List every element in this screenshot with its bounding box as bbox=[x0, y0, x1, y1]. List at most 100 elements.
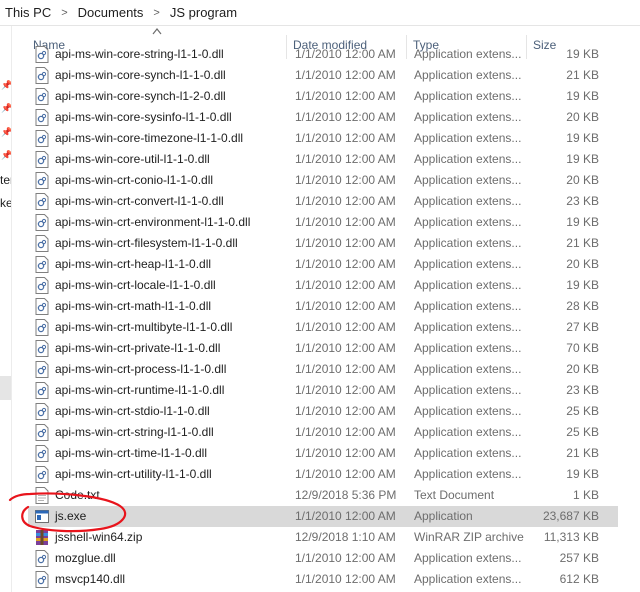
file-list[interactable]: api-ms-win-core-string-l1-1-0.dll 1/1/201… bbox=[14, 45, 640, 592]
file-size: 70 KB bbox=[566, 341, 599, 355]
file-size: 27 KB bbox=[566, 320, 599, 334]
file-type: Application extens... bbox=[414, 299, 522, 313]
dll-icon bbox=[35, 46, 49, 63]
file-row[interactable]: api-ms-win-crt-stdio-l1-1-0.dll 1/1/2010 … bbox=[28, 401, 618, 422]
pin-icon[interactable]: 📌 bbox=[1, 80, 11, 90]
exe-icon bbox=[35, 510, 49, 523]
file-row[interactable]: msvcp140.dll 1/1/2010 12:00 AM Application… bbox=[28, 569, 618, 590]
file-date-modified: 1/1/2010 12:00 AM bbox=[295, 467, 396, 481]
dll-icon bbox=[35, 172, 49, 189]
file-name: api-ms-win-core-synch-l1-1-0.dll bbox=[55, 68, 226, 82]
file-type: Application extens... bbox=[414, 320, 522, 334]
file-size: 20 KB bbox=[566, 362, 599, 376]
file-size: 257 KB bbox=[559, 551, 599, 565]
dll-icon bbox=[35, 277, 49, 294]
file-date-modified: 1/1/2010 12:00 AM bbox=[295, 383, 396, 397]
file-size: 28 KB bbox=[566, 299, 599, 313]
file-row[interactable]: api-ms-win-crt-private-l1-1-0.dll 1/1/201… bbox=[28, 338, 618, 359]
file-name: api-ms-win-core-string-l1-1-0.dll bbox=[55, 47, 224, 61]
file-size: 19 KB bbox=[566, 89, 599, 103]
file-name: api-ms-win-core-timezone-l1-1-0.dll bbox=[55, 131, 244, 145]
file-date-modified: 1/1/2010 12:00 AM bbox=[295, 341, 396, 355]
file-type: Application bbox=[414, 509, 473, 523]
file-row[interactable]: api-ms-win-crt-convert-l1-1-0.dll 1/1/201… bbox=[28, 191, 618, 212]
nav-divider bbox=[11, 26, 12, 592]
file-name: api-ms-win-crt-conio-l1-1-0.dll bbox=[55, 173, 214, 187]
file-row[interactable]: api-ms-win-crt-heap-l1-1-0.dll 1/1/2010 1… bbox=[28, 254, 618, 275]
breadcrumb-separator-icon[interactable]: > bbox=[146, 7, 166, 19]
pin-icon[interactable]: 📌 bbox=[1, 127, 11, 137]
address-bar[interactable]: This PC > Documents > JS program bbox=[0, 0, 640, 26]
nav-item-selected[interactable] bbox=[0, 376, 11, 400]
file-row[interactable]: mozglue.dll 1/1/2010 12:00 AM Application … bbox=[28, 548, 618, 569]
file-row[interactable]: api-ms-win-core-sysinfo-l1-1-0.dll 1/1/20… bbox=[28, 107, 618, 128]
file-type: Application extens... bbox=[414, 68, 522, 82]
file-row[interactable]: api-ms-win-crt-environment-l1-1-0.dll 1/1… bbox=[28, 212, 618, 233]
file-row[interactable]: api-ms-win-crt-conio-l1-1-0.dll 1/1/2010 … bbox=[28, 170, 618, 191]
file-date-modified: 1/1/2010 12:00 AM bbox=[295, 320, 396, 334]
file-row[interactable]: api-ms-win-core-string-l1-1-0.dll 1/1/201… bbox=[28, 45, 618, 65]
breadcrumb-documents[interactable]: Documents bbox=[75, 5, 147, 20]
pin-icon[interactable]: 📌 bbox=[1, 150, 11, 160]
file-type: Application extens... bbox=[414, 236, 522, 250]
file-date-modified: 1/1/2010 12:00 AM bbox=[295, 572, 396, 586]
dll-icon bbox=[35, 550, 49, 567]
file-row[interactable]: js.exe 1/1/2010 12:00 AM Application 23,687… bbox=[28, 506, 618, 527]
file-row[interactable]: api-ms-win-crt-math-l1-1-0.dll 1/1/2010 1… bbox=[28, 296, 618, 317]
navigation-pane: 📌 📌 📌 📌 ter ke bbox=[0, 26, 12, 592]
breadcrumb-this-pc[interactable]: This PC bbox=[2, 5, 54, 20]
dll-icon bbox=[35, 424, 49, 441]
file-row[interactable]: Code.txt 12/9/2018 5:36 PM Text Document 1 … bbox=[28, 485, 618, 506]
breadcrumb-js-program[interactable]: JS program bbox=[167, 5, 240, 20]
file-name: msvcp140.dll bbox=[55, 572, 126, 586]
pin-icon[interactable]: 📌 bbox=[1, 103, 11, 113]
file-name: api-ms-win-crt-filesystem-l1-1-0.dll bbox=[55, 236, 238, 250]
breadcrumb-separator-icon[interactable]: > bbox=[54, 7, 74, 19]
file-row[interactable]: api-ms-win-crt-filesystem-l1-1-0.dll 1/1/… bbox=[28, 233, 618, 254]
file-type: Application extens... bbox=[414, 47, 522, 61]
file-row[interactable]: api-ms-win-crt-string-l1-1-0.dll 1/1/2010… bbox=[28, 422, 618, 443]
file-date-modified: 1/1/2010 12:00 AM bbox=[295, 194, 396, 208]
file-row[interactable]: api-ms-win-crt-time-l1-1-0.dll 1/1/2010 1… bbox=[28, 443, 618, 464]
dll-icon bbox=[35, 319, 49, 336]
file-row[interactable]: api-ms-win-crt-locale-l1-1-0.dll 1/1/2010… bbox=[28, 275, 618, 296]
dll-icon bbox=[35, 340, 49, 357]
file-name: Code.txt bbox=[55, 488, 100, 502]
file-size: 612 KB bbox=[559, 572, 599, 586]
file-row[interactable]: api-ms-win-crt-multibyte-l1-1-0.dll 1/1/2… bbox=[28, 317, 618, 338]
file-type: Application extens... bbox=[414, 194, 522, 208]
file-row[interactable]: api-ms-win-crt-process-l1-1-0.dll 1/1/201… bbox=[28, 359, 618, 380]
dll-icon bbox=[35, 214, 49, 231]
file-name: api-ms-win-crt-heap-l1-1-0.dll bbox=[55, 257, 212, 271]
file-row[interactable]: api-ms-win-core-timezone-l1-1-0.dll 1/1/2… bbox=[28, 128, 618, 149]
file-date-modified: 12/9/2018 1:10 AM bbox=[295, 530, 396, 544]
file-row[interactable]: api-ms-win-crt-utility-l1-1-0.dll 1/1/201… bbox=[28, 464, 618, 485]
file-type: Application extens... bbox=[414, 278, 522, 292]
file-date-modified: 1/1/2010 12:00 AM bbox=[295, 404, 396, 418]
file-name: api-ms-win-core-util-l1-1-0.dll bbox=[55, 152, 210, 166]
file-type: Application extens... bbox=[414, 110, 522, 124]
file-date-modified: 1/1/2010 12:00 AM bbox=[295, 509, 396, 523]
file-row[interactable]: api-ms-win-crt-runtime-l1-1-0.dll 1/1/201… bbox=[28, 380, 618, 401]
file-row[interactable]: jsshell-win64.zip 12/9/2018 1:10 AM WinRAR… bbox=[28, 527, 618, 548]
file-size: 11,313 KB bbox=[543, 530, 599, 544]
file-date-modified: 1/1/2010 12:00 AM bbox=[295, 131, 396, 145]
file-date-modified: 1/1/2010 12:00 AM bbox=[295, 362, 396, 376]
file-name: api-ms-win-crt-environment-l1-1-0.dll bbox=[55, 215, 251, 229]
file-type: Application extens... bbox=[414, 257, 522, 271]
file-name: api-ms-win-crt-utility-l1-1-0.dll bbox=[55, 467, 212, 481]
file-row[interactable]: api-ms-win-core-util-l1-1-0.dll 1/1/2010 … bbox=[28, 149, 618, 170]
dll-icon bbox=[35, 235, 49, 252]
file-row[interactable]: api-ms-win-core-synch-l1-1-0.dll 1/1/2010… bbox=[28, 65, 618, 86]
dll-icon bbox=[35, 193, 49, 210]
file-name: api-ms-win-crt-process-l1-1-0.dll bbox=[55, 362, 227, 376]
file-name: api-ms-win-crt-locale-l1-1-0.dll bbox=[55, 278, 216, 292]
file-type: Application extens... bbox=[414, 425, 522, 439]
file-size: 19 KB bbox=[566, 467, 599, 481]
file-type: Application extens... bbox=[414, 173, 522, 187]
file-row[interactable]: api-ms-win-core-synch-l1-2-0.dll 1/1/2010… bbox=[28, 86, 618, 107]
file-size: 19 KB bbox=[566, 152, 599, 166]
file-date-modified: 1/1/2010 12:00 AM bbox=[295, 89, 396, 103]
file-size: 21 KB bbox=[566, 236, 599, 250]
file-date-modified: 1/1/2010 12:00 AM bbox=[295, 257, 396, 271]
